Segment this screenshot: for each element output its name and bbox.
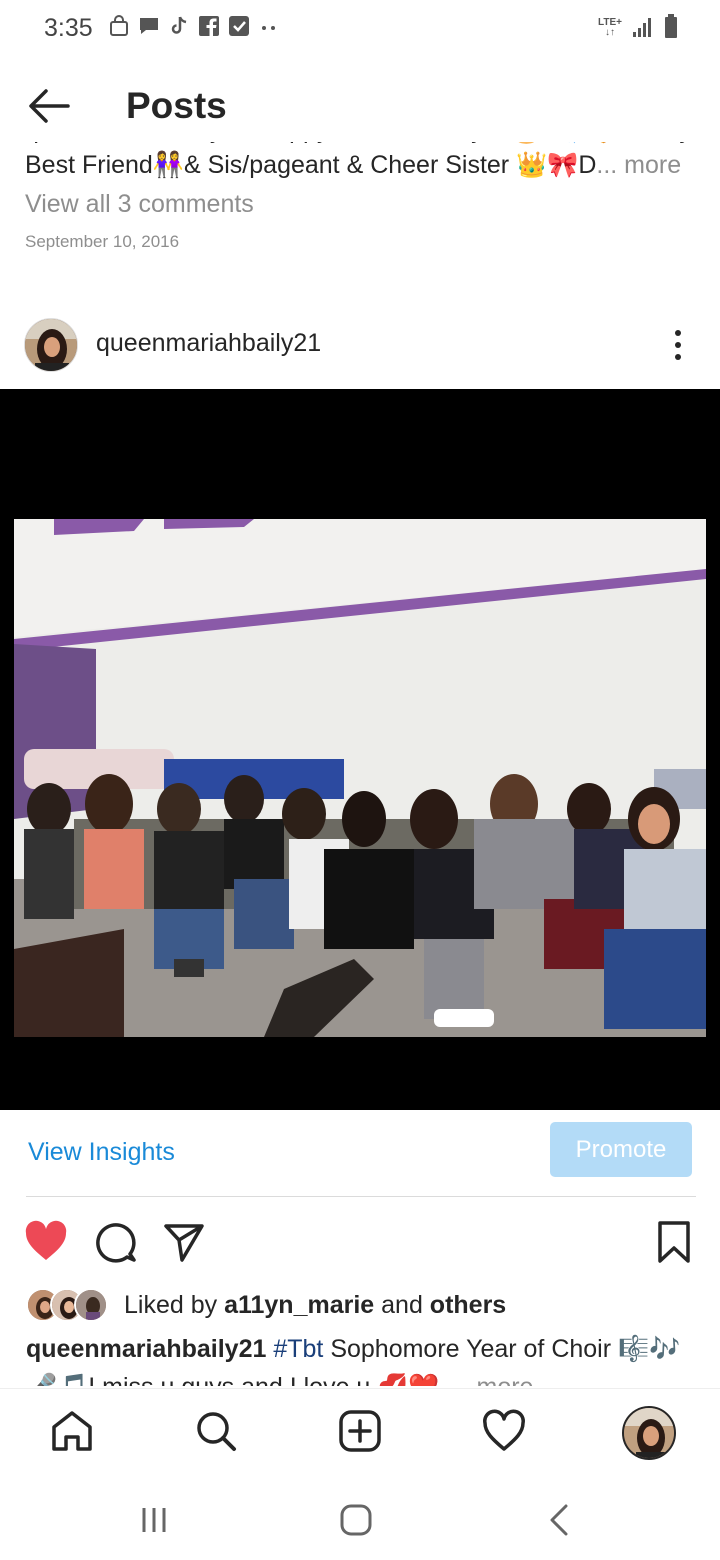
- like-heart-icon[interactable]: [24, 1220, 68, 1264]
- share-icon[interactable]: [162, 1220, 206, 1264]
- back-icon[interactable]: [540, 1500, 580, 1540]
- signal-icon: [633, 18, 651, 37]
- back-arrow-icon[interactable]: [26, 86, 70, 126]
- facebook-icon: [199, 16, 219, 36]
- app-header: Posts: [0, 70, 720, 142]
- likes-summary: Liked by a11yn_marie and others: [124, 1291, 506, 1320]
- save-bookmark-icon[interactable]: [652, 1220, 696, 1264]
- liker-avatars: [26, 1288, 112, 1322]
- status-bar: 3:35 LTE+ ↓↑: [0, 0, 720, 58]
- add-post-icon[interactable]: [338, 1409, 382, 1453]
- caption-more-link[interactable]: ... more: [596, 151, 681, 179]
- system-navigation-bar: [0, 1478, 720, 1560]
- post-author-avatar[interactable]: [24, 318, 78, 372]
- shopping-bag-icon: [110, 15, 128, 36]
- caption-username[interactable]: queenmariahbaily21: [26, 1335, 266, 1363]
- post-header: queenmariahbaily21: [0, 316, 720, 374]
- previous-caption-text: Best Friend👭& Sis/pageant & Cheer Sister…: [25, 151, 597, 179]
- chat-icon: [140, 18, 158, 34]
- data-arrows-icon: ↓↑: [605, 27, 615, 38]
- post-image-frame[interactable]: [0, 389, 720, 1110]
- likes-row[interactable]: Liked by a11yn_marie and others: [26, 1286, 706, 1326]
- view-insights-link[interactable]: View Insights: [28, 1138, 175, 1167]
- likes-others-link[interactable]: others: [430, 1291, 506, 1319]
- insights-row: View Insights Promote: [0, 1118, 720, 1188]
- divider: [26, 1196, 696, 1197]
- promote-button[interactable]: Promote: [550, 1122, 692, 1177]
- recent-apps-icon[interactable]: [134, 1500, 174, 1540]
- system-status: LTE+ ↓↑: [598, 14, 678, 38]
- caption-text: Sophomore Year of Choir 🎼🎶: [323, 1335, 681, 1363]
- caption-text-line2: 🎤🎵I miss u guys and I love u 💋❤️: [26, 1373, 440, 1386]
- post-actions: [0, 1216, 720, 1268]
- notification-icons: [108, 15, 280, 37]
- more-options-icon[interactable]: [666, 328, 690, 362]
- avatar: [74, 1288, 108, 1322]
- checkbox-icon: [229, 16, 249, 36]
- comment-icon[interactable]: [94, 1220, 138, 1264]
- post-caption: queenmariahbaily21 #Tbt Sophomore Year o…: [26, 1330, 696, 1386]
- battery-icon: [665, 14, 677, 38]
- status-time: 3:35: [44, 14, 93, 42]
- likes-middle: and: [374, 1291, 430, 1319]
- caption-hashtag[interactable]: #Tbt: [273, 1335, 323, 1363]
- activity-heart-icon[interactable]: [482, 1409, 526, 1453]
- likes-prefix: Liked by: [124, 1291, 225, 1319]
- home-icon[interactable]: [50, 1409, 94, 1453]
- network-indicator: LTE+ ↓↑: [598, 18, 622, 38]
- post-author-username[interactable]: queenmariahbaily21: [96, 329, 321, 358]
- caption-line-1: queenmariahbaily21 #Tbt Sophomore Year o…: [26, 1330, 696, 1368]
- view-comments-link[interactable]: View all 3 comments: [25, 190, 695, 219]
- caption-line-2: 🎤🎵I miss u guys and I love u 💋❤️ more: [26, 1368, 696, 1386]
- page-title: Posts: [126, 85, 227, 126]
- liker-username[interactable]: a11yn_marie: [224, 1291, 374, 1319]
- tiktok-icon: [171, 16, 187, 34]
- previous-post-footer: queenmariahbaily21 Happy 20th Birthday!!…: [25, 116, 695, 252]
- previous-caption: Best Friend👭& Sis/pageant & Cheer Sister…: [25, 148, 695, 182]
- search-icon[interactable]: [194, 1409, 238, 1453]
- post-date: September 10, 2016: [25, 232, 180, 251]
- home-button-icon[interactable]: [336, 1500, 376, 1540]
- bottom-nav: [0, 1388, 720, 1478]
- profile-avatar[interactable]: [622, 1406, 676, 1460]
- more-dots-icon: [262, 26, 275, 30]
- post-photo: [14, 519, 706, 1037]
- caption-more-link[interactable]: more: [477, 1373, 534, 1386]
